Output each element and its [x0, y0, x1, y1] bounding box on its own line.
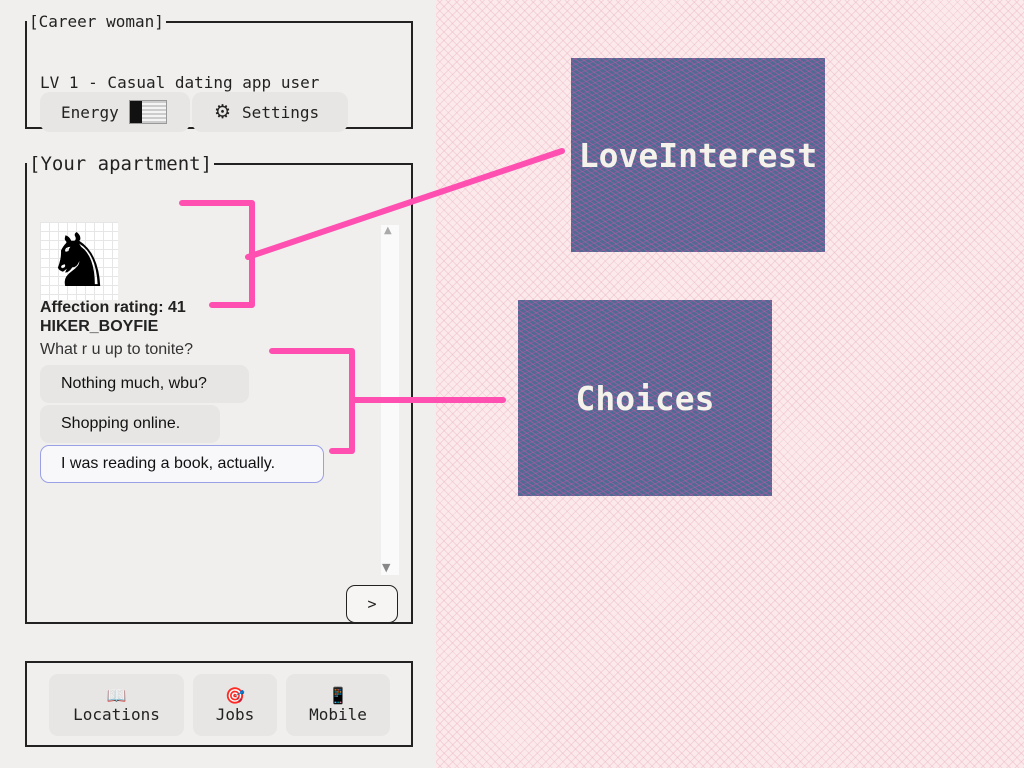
nav-jobs-button[interactable]: 🎯 Jobs	[193, 674, 277, 736]
settings-label: Settings	[242, 102, 320, 122]
player-box-legend: [Career woman]	[29, 12, 164, 31]
gear-icon: ⚙	[214, 101, 232, 123]
choice-button[interactable]: Shopping online.	[40, 405, 220, 443]
next-button[interactable]: >	[346, 585, 398, 623]
nav-mobile-button[interactable]: 📱 Mobile	[286, 674, 390, 736]
choice-button[interactable]: I was reading a book, actually.	[40, 445, 324, 483]
choice-button[interactable]: Nothing much, wbu?	[40, 365, 249, 403]
apartment-box: [Your apartment] ♞ Affection rating: 41 …	[25, 153, 413, 624]
scroll-up-arrow-icon[interactable]: ▲	[384, 225, 392, 236]
choices-annotation-label: Choices	[575, 378, 715, 418]
nav-jobs-label: Jobs	[215, 704, 255, 724]
book-icon: 📖	[106, 685, 127, 705]
affection-rating: Affection rating: 41	[40, 299, 186, 316]
nav-locations-button[interactable]: 📖 Locations	[49, 674, 184, 736]
choices-annotation: Choices	[518, 300, 772, 496]
energy-bar	[128, 100, 167, 124]
bottom-nav: 📖 Locations 🎯 Jobs 📱 Mobile	[25, 661, 413, 747]
nav-mobile-label: Mobile	[309, 704, 367, 724]
settings-button[interactable]: ⚙ Settings	[192, 92, 348, 132]
love-interest-name: HIKER_BOYFIE	[40, 318, 159, 335]
love-interest-avatar: ♞	[45, 218, 113, 304]
energy-indicator: Energy	[40, 92, 190, 132]
player-level: LV 1 - Casual dating app user	[40, 73, 320, 92]
nav-locations-label: Locations	[73, 704, 160, 724]
apartment-box-legend: [Your apartment]	[29, 153, 213, 175]
scroll-down-arrow-icon[interactable]: ▼	[382, 561, 390, 574]
target-icon: 🎯	[225, 685, 245, 705]
love-interest-message: What r u up to tonite?	[40, 341, 193, 358]
scrollbar[interactable]	[381, 225, 399, 575]
game-panel: [Career woman] LV 1 - Casual dating app …	[0, 0, 436, 768]
love-interest-annotation: LoveInterest	[571, 58, 825, 252]
phone-icon: 📱	[328, 685, 348, 705]
player-status-box: [Career woman] LV 1 - Casual dating app …	[25, 12, 413, 132]
energy-label: Energy	[61, 102, 119, 122]
energy-bar-fill	[129, 101, 143, 123]
chess-knight-icon: ♞	[40, 222, 118, 300]
love-interest-annotation-label: LoveInterest	[578, 135, 818, 175]
